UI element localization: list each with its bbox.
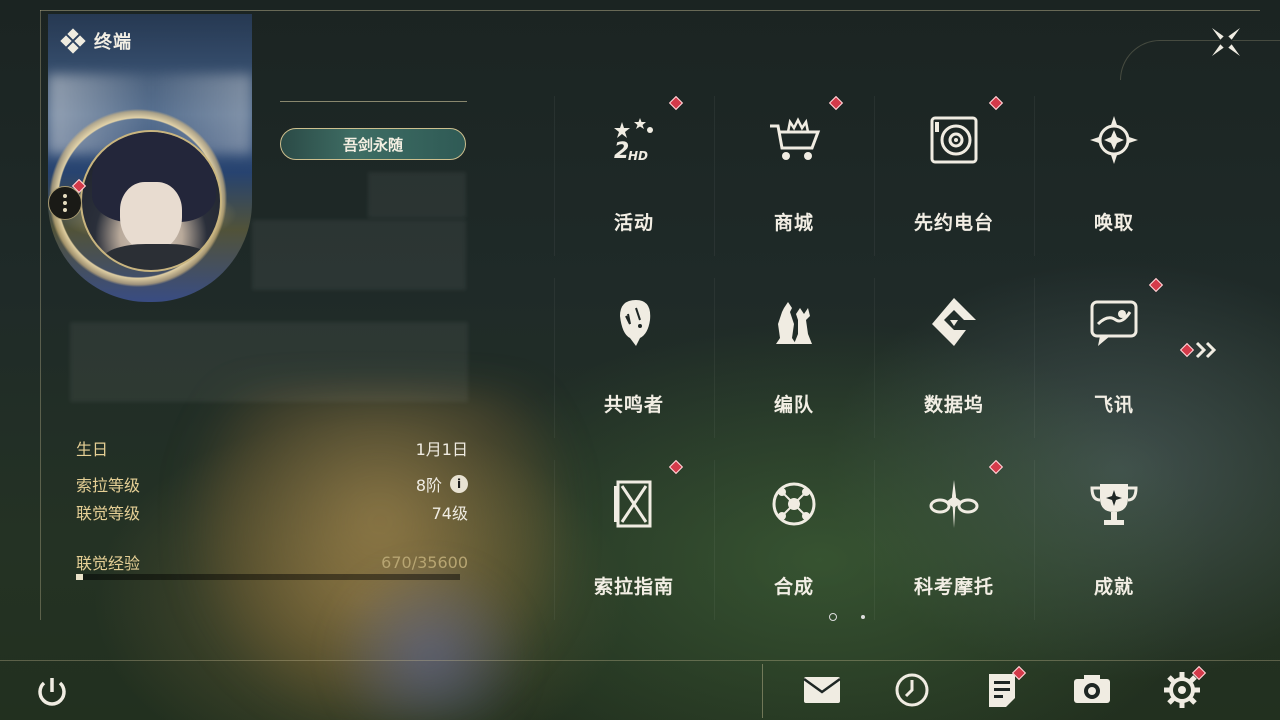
radio-icon (926, 112, 982, 168)
tile-label: 编队 (773, 394, 814, 416)
frame-corner (1120, 40, 1280, 80)
exp-value: 670/35600 (381, 552, 468, 572)
events-icon: 2 HD (606, 112, 662, 168)
shop-icon (766, 112, 822, 168)
clock-button[interactable] (890, 668, 934, 712)
convene-icon (1086, 112, 1142, 168)
grid-tile-resonator[interactable]: 共鸣者 (554, 278, 714, 438)
tile-label: 合成 (773, 576, 814, 598)
frame-top-line (40, 10, 1260, 11)
close-button[interactable] (1206, 22, 1246, 62)
guide-icon (606, 476, 662, 532)
grid-tile-synthesis[interactable]: 合成 (714, 460, 874, 620)
tile-label: 商城 (773, 212, 814, 234)
stat-row-sol-rank: 索拉等级 8阶 i (76, 472, 468, 496)
mail-button[interactable] (800, 668, 844, 712)
menu-dot (63, 194, 67, 198)
tile-label: 索拉指南 (593, 576, 674, 598)
profile-stats: 生日 1月1日 索拉等级 8阶 i 联觉等级 74级 联觉经验 670/3560… (76, 436, 468, 574)
stat-value: 1月1日 (415, 440, 468, 459)
tile-label: 数据坞 (923, 394, 984, 416)
player-name-placeholder (368, 172, 466, 218)
trophy-icon (1086, 476, 1142, 532)
tile-label: 科考摩托 (913, 576, 994, 598)
frame-left-line (40, 10, 41, 620)
info-icon[interactable]: i (450, 475, 468, 493)
background-blur-dress (330, 560, 530, 720)
page-title: 终端 (94, 32, 132, 53)
data-bank-icon (926, 294, 982, 350)
settings-button[interactable] (1160, 665, 1207, 712)
exp-progress-bar (76, 574, 460, 580)
title-badge[interactable]: 吾剑永随 (280, 128, 466, 160)
camera-button[interactable] (1070, 668, 1114, 712)
exp-label: 联觉经验 (76, 554, 141, 573)
bottom-bar-line (0, 660, 1280, 661)
motorcycle-icon (926, 476, 982, 532)
title-badge-label: 吾剑永随 (342, 135, 403, 154)
menu-dot (63, 208, 67, 212)
tile-label: 活动 (613, 212, 654, 234)
stat-value: 8阶 i (416, 472, 468, 496)
avatar[interactable] (80, 130, 222, 272)
exp-progress-fill (76, 574, 84, 580)
terminal-icon (60, 28, 86, 54)
next-page-button[interactable] (1194, 340, 1220, 360)
stat-label: 生日 (76, 440, 109, 459)
header: 终端 (60, 28, 132, 54)
grid-tile-chat[interactable]: 飞讯 (1034, 277, 1194, 438)
notice-button[interactable] (980, 665, 1027, 712)
camera-icon (1070, 668, 1114, 712)
clock-icon (890, 668, 934, 712)
resonator-icon (606, 294, 662, 350)
stat-row-union-exp: 联觉经验 670/35600 (76, 550, 468, 574)
team-icon (766, 294, 822, 350)
stat-label: 联觉等级 (76, 504, 141, 523)
power-icon (38, 678, 66, 706)
grid-tile-radio[interactable]: 先约电台 (874, 95, 1034, 256)
pager-dot[interactable] (861, 615, 865, 619)
tile-label: 共鸣者 (603, 394, 664, 416)
stat-value: 74级 (431, 504, 468, 523)
grid-tile-data-bank[interactable]: 数据坞 (874, 278, 1034, 438)
stat-row-birthday: 生日 1月1日 (76, 436, 468, 460)
grid-tile-shop[interactable]: 商城 (714, 95, 874, 256)
chat-icon (1086, 294, 1142, 350)
grid-tile-motorcycle[interactable]: 科考摩托 (874, 459, 1034, 620)
signature-placeholder[interactable] (70, 322, 468, 402)
grid-tile-trophy[interactable]: 成就 (1034, 460, 1194, 620)
bottom-bar-separator (762, 664, 763, 718)
grid-tile-convene[interactable]: 唤取 (1034, 96, 1194, 256)
grid-tile-events[interactable]: 2 HD 活动 (554, 95, 714, 256)
avatar-face (120, 182, 182, 252)
power-button[interactable] (32, 672, 72, 712)
avatar-coat (102, 244, 212, 270)
synthesis-icon (766, 476, 822, 532)
close-icon (1212, 28, 1240, 56)
tile-label: 先约电台 (913, 212, 994, 234)
stat-row-union-level: 联觉等级 74级 (76, 500, 468, 524)
name-divider (280, 101, 467, 102)
mail-icon (800, 668, 844, 712)
double-chevron-right-icon (1195, 341, 1217, 359)
tile-label: 成就 (1093, 576, 1134, 598)
grid-tile-guide[interactable]: 索拉指南 (554, 459, 714, 620)
tile-label: 飞讯 (1093, 394, 1134, 416)
menu-dot (63, 201, 67, 205)
svg-text:HD: HD (628, 149, 648, 163)
player-id-placeholder (252, 220, 466, 290)
pager-dot-active[interactable] (829, 613, 837, 621)
stat-label: 索拉等级 (76, 476, 141, 495)
grid-tile-team[interactable]: 编队 (714, 278, 874, 438)
tile-label: 唤取 (1093, 212, 1134, 234)
